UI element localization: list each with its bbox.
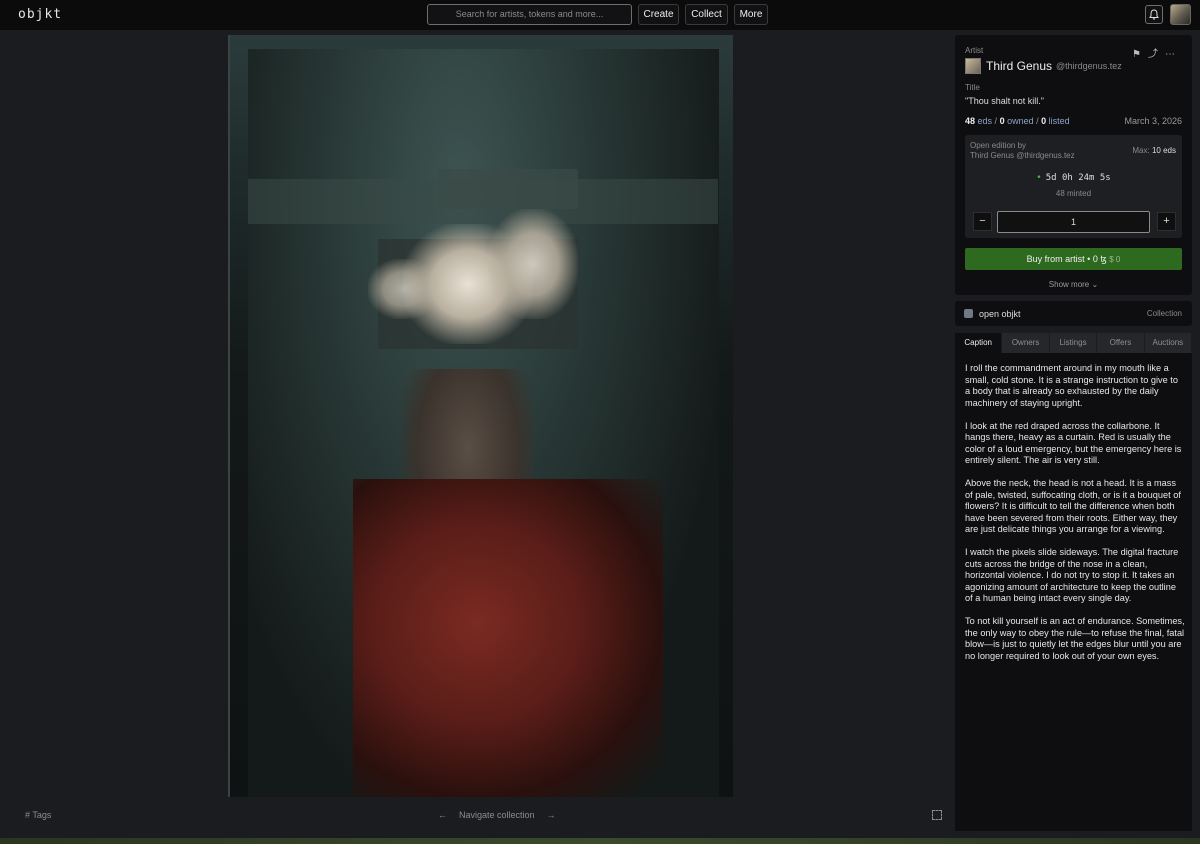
bottom-strip bbox=[0, 838, 1200, 844]
open-edition-creator[interactable]: Third Genus @thirdgenus.tez bbox=[970, 151, 1075, 160]
countdown-value: 5d 0h 24m 5s bbox=[1045, 173, 1111, 183]
figure-red-robe bbox=[353, 479, 663, 797]
arrow-left-icon[interactable]: ← bbox=[438, 810, 447, 820]
bookmark-icon[interactable]: ⚑ bbox=[1132, 49, 1148, 60]
collection-row[interactable]: open objkt Collection bbox=[955, 301, 1192, 326]
owned-count: 0 bbox=[999, 116, 1005, 126]
open-edition-label: Open edition by bbox=[970, 141, 1027, 150]
arrow-right-icon[interactable]: → bbox=[547, 810, 556, 820]
artist-name[interactable]: Third Genus bbox=[986, 59, 1052, 73]
artwork-frame bbox=[248, 49, 719, 797]
navigate-collection-label: Navigate collection bbox=[459, 810, 535, 820]
flower-mass bbox=[368, 259, 438, 319]
tags-label: Tags bbox=[32, 810, 52, 820]
buy-price: 0 ꜩ bbox=[1092, 254, 1107, 264]
caption-paragraph: I watch the pixels slide sideways. The d… bbox=[965, 547, 1179, 603]
navigate-collection[interactable]: ← Navigate collection → bbox=[432, 810, 562, 820]
collection-link[interactable]: Collection bbox=[1147, 309, 1182, 318]
tab-offers[interactable]: Offers bbox=[1097, 333, 1144, 353]
buy-price-usd: $ 0 bbox=[1109, 255, 1121, 264]
minted-count: 48 minted bbox=[1055, 189, 1092, 198]
mint-date: March 3, 2026 bbox=[1124, 116, 1182, 126]
tags-link[interactable]: # Tags bbox=[25, 810, 51, 820]
flower-mass bbox=[488, 209, 578, 319]
artist-row[interactable]: Third Genus @thirdgenus.tez bbox=[965, 58, 1122, 74]
listed-count: 0 bbox=[1041, 116, 1047, 126]
token-title: "Thou shalt not kill." bbox=[965, 96, 1044, 106]
eds-label[interactable]: eds bbox=[978, 116, 993, 126]
countdown-timer: • 5d 0h 24m 5s bbox=[965, 173, 1182, 183]
tab-listings[interactable]: Listings bbox=[1049, 333, 1097, 353]
search-input[interactable]: Search for artists, tokens and more... bbox=[427, 4, 632, 25]
buy-label: Buy from artist bbox=[1026, 254, 1085, 264]
show-more-button[interactable]: Show more ⌄ bbox=[955, 280, 1192, 289]
caption-text: I roll the commandment around in my mout… bbox=[965, 363, 1185, 674]
bell-icon-svg bbox=[1149, 9, 1159, 20]
edition-stats: 48 eds / 0 owned / 0 listed bbox=[965, 116, 1070, 126]
tab-auctions[interactable]: Auctions bbox=[1144, 333, 1192, 353]
caption-paragraph: I roll the commandment around in my mout… bbox=[965, 363, 1178, 408]
artist-label: Artist bbox=[965, 46, 984, 55]
quantity-increment-button[interactable]: + bbox=[1157, 212, 1176, 231]
collection-name[interactable]: open objkt bbox=[979, 309, 1021, 319]
max-editions: Max: 10 eds bbox=[1132, 146, 1176, 155]
tab-owners[interactable]: Owners bbox=[1002, 333, 1049, 353]
nav-more-button[interactable]: More bbox=[734, 4, 768, 25]
caption-paragraph: Above the neck, the head is not a head. … bbox=[965, 478, 1181, 534]
collection-icon bbox=[964, 309, 973, 318]
user-avatar[interactable] bbox=[1170, 4, 1191, 25]
caption-paragraph: I look at the red draped across the coll… bbox=[965, 420, 1182, 466]
title-label: Title bbox=[965, 83, 980, 92]
site-logo[interactable]: objkt bbox=[18, 7, 62, 22]
buy-from-artist-button[interactable]: Buy from artist • 0 ꜩ $ 0 bbox=[965, 248, 1182, 270]
fullscreen-icon[interactable] bbox=[932, 810, 942, 820]
max-value: 10 eds bbox=[1151, 146, 1176, 155]
tab-caption[interactable]: Caption bbox=[955, 333, 1002, 353]
listed-label[interactable]: listed bbox=[1049, 116, 1070, 126]
max-label: Max: bbox=[1132, 146, 1150, 155]
detail-tabs: Caption Owners Listings Offers Auctions bbox=[955, 333, 1192, 353]
nav-collect-button[interactable]: Collect bbox=[685, 4, 728, 25]
live-dot-icon: • bbox=[1036, 173, 1042, 183]
token-actions: ⚑⤴⋯ bbox=[1132, 45, 1182, 60]
top-bar: objkt Search for artists, tokens and mor… bbox=[0, 0, 1200, 30]
caption-panel: I roll the commandment around in my mout… bbox=[955, 353, 1192, 831]
owned-label[interactable]: owned bbox=[1007, 116, 1034, 126]
artist-handle[interactable]: @thirdgenus.tez bbox=[1056, 61, 1122, 71]
more-icon[interactable]: ⋯ bbox=[1165, 49, 1182, 60]
quantity-decrement-button[interactable]: − bbox=[973, 212, 992, 231]
caption-paragraph: To not kill yourself is an act of endura… bbox=[965, 616, 1185, 661]
artist-avatar[interactable] bbox=[965, 58, 981, 74]
nav-create-button[interactable]: Create bbox=[638, 4, 679, 25]
token-details-panel: Artist ⚑⤴⋯ Third Genus @thirdgenus.tez T… bbox=[955, 35, 1192, 295]
bell-icon[interactable] bbox=[1145, 5, 1163, 24]
artwork-image[interactable] bbox=[228, 35, 733, 797]
glitch-block bbox=[438, 169, 578, 209]
quantity-input[interactable]: 1 bbox=[997, 211, 1150, 233]
eds-count: 48 bbox=[965, 116, 976, 126]
open-edition-box: Open edition by Third Genus @thirdgenus.… bbox=[965, 135, 1182, 238]
share-icon[interactable]: ⤴ bbox=[1148, 49, 1165, 60]
